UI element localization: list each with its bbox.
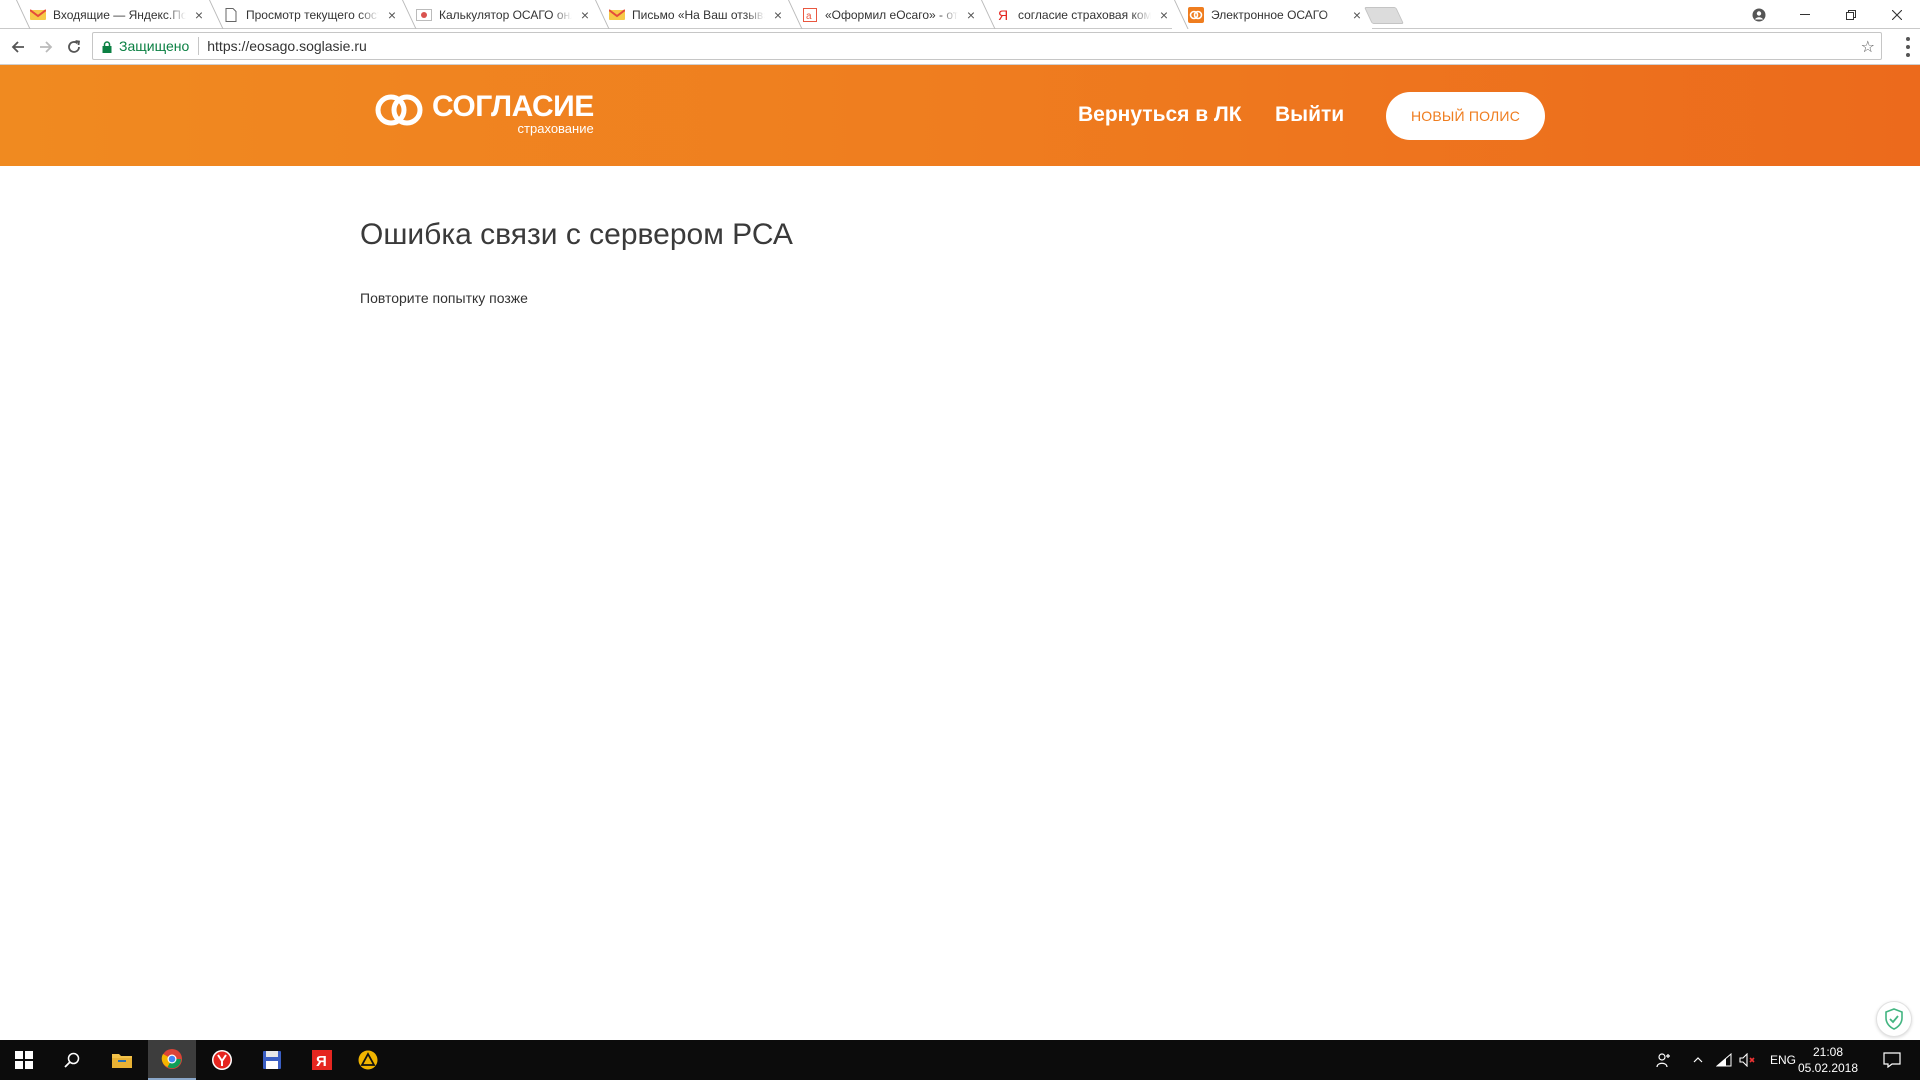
minimize-icon[interactable] — [1782, 0, 1828, 29]
yandex-browser-icon[interactable] — [198, 1040, 246, 1080]
browser-menu-icon[interactable] — [1904, 37, 1912, 57]
tab-irecommend-review[interactable]: a «Оформил eОсаго» - отзыв × — [786, 0, 986, 29]
close-icon[interactable]: × — [578, 8, 592, 22]
close-icon[interactable]: × — [1157, 8, 1171, 22]
file-explorer-icon[interactable] — [98, 1040, 146, 1080]
chevron-up-icon[interactable] — [1684, 1057, 1712, 1063]
clock-time: 21:08 — [1812, 1045, 1844, 1059]
restore-icon[interactable] — [1828, 0, 1874, 29]
close-icon[interactable]: × — [1350, 8, 1364, 22]
site-header: СОГЛАСИЕ страхование Вернуться в ЛК Выйт… — [0, 65, 1920, 166]
url-text[interactable]: https://eosago.soglasie.ru — [207, 38, 367, 54]
soglasie-icon — [1188, 6, 1204, 23]
save-disk-icon[interactable] — [248, 1040, 296, 1080]
tab-title: «Оформил eОсаго» - отзыв — [825, 7, 958, 22]
security-shield-icon[interactable] — [1876, 1001, 1912, 1037]
chrome-icon[interactable] — [148, 1040, 196, 1080]
page-title: Ошибка связи с сервером РСА — [360, 218, 793, 251]
tab-yandex-search[interactable]: Я согласие страховая компания × — [979, 0, 1179, 29]
tab-title: Электронное ОСАГО — [1211, 7, 1328, 22]
logo-text: СОГЛАСИЕ страхование — [432, 90, 594, 136]
lock-icon — [102, 40, 112, 53]
clock[interactable]: 21:08 05.02.2018 — [1788, 1044, 1868, 1076]
close-icon[interactable]: × — [385, 8, 399, 22]
bookmark-star-icon[interactable]: ☆ — [1861, 37, 1875, 57]
tab-title: согласие страховая компания — [1018, 7, 1151, 22]
warning-app-icon[interactable] — [344, 1040, 392, 1080]
yandex-icon[interactable]: Я — [298, 1040, 346, 1080]
windows-taskbar: Я ENG 21:08 05.02.2018 — [0, 1040, 1920, 1080]
close-icon[interactable]: × — [964, 8, 978, 22]
logo-brand: СОГЛАСИЕ — [432, 90, 594, 123]
soglasie-logo[interactable]: СОГЛАСИЕ страхование — [374, 92, 594, 140]
system-tray: ENG — [1650, 1040, 1796, 1080]
windows-start-icon[interactable] — [0, 1040, 48, 1080]
clock-date: 05.02.2018 — [1797, 1061, 1859, 1075]
tab-title: Входящие — Яндекс.Почта — [53, 7, 186, 22]
browser-toolbar: Защищено https://eosago.soglasie.ru ☆ — [0, 29, 1920, 65]
notification-center-icon[interactable] — [1864, 1040, 1920, 1080]
yandex-mail-icon — [30, 7, 46, 23]
tab-yandex-mail-inbox[interactable]: Входящие — Яндекс.Почта × — [14, 0, 214, 29]
reload-icon[interactable] — [62, 35, 86, 59]
address-bar[interactable]: Защищено https://eosago.soglasie.ru ☆ — [92, 32, 1882, 60]
tab-osago-calculator[interactable]: Калькулятор ОСАГО онлайн × — [400, 0, 600, 29]
yandex-mail-icon — [609, 7, 625, 23]
new-tab-button[interactable] — [1364, 7, 1404, 24]
logout-link[interactable]: Выйти — [1275, 103, 1344, 127]
tab-title: Просмотр текущего состояния — [246, 7, 379, 22]
browser-tab-strip: Входящие — Яндекс.Почта × Просмотр текущ… — [0, 0, 1920, 29]
svg-text:Я: Я — [998, 8, 1008, 22]
back-arrow-icon[interactable] — [6, 35, 30, 59]
secure-label: Защищено — [119, 38, 190, 54]
volume-muted-icon[interactable] — [1736, 1053, 1760, 1067]
irecommend-icon: a — [802, 7, 818, 23]
tab-letter-review[interactable]: Письмо «На Ваш отзыв» × — [593, 0, 793, 29]
close-icon[interactable]: × — [771, 8, 785, 22]
forward-arrow-icon[interactable] — [34, 35, 58, 59]
omnibox-divider — [198, 37, 200, 55]
tab-status-view[interactable]: Просмотр текущего состояния × — [207, 0, 407, 29]
search-icon[interactable] — [48, 1040, 96, 1080]
soglasie-logo-icon — [375, 94, 423, 126]
network-icon[interactable] — [1712, 1053, 1736, 1067]
calculator-icon — [416, 7, 432, 23]
error-message: Повторите попытку позже — [360, 290, 528, 306]
window-controls — [1736, 0, 1920, 29]
close-window-icon[interactable] — [1874, 0, 1920, 29]
tab-electronic-osago[interactable]: Электронное ОСАГО × — [1172, 0, 1372, 29]
back-to-account-link[interactable]: Вернуться в ЛК — [1078, 103, 1242, 127]
svg-text:a: a — [806, 11, 812, 22]
close-icon[interactable]: × — [192, 8, 206, 22]
new-policy-button[interactable]: НОВЫЙ ПОЛИС — [1386, 92, 1545, 140]
people-icon[interactable] — [1650, 1052, 1678, 1068]
logo-subtitle: страхование — [517, 121, 594, 136]
tab-title: Калькулятор ОСАГО онлайн — [439, 7, 572, 22]
page-icon — [223, 7, 239, 23]
tab-title: Письмо «На Ваш отзыв» — [632, 7, 765, 22]
svg-text:Я: Я — [316, 1053, 327, 1070]
yandex-icon: Я — [995, 7, 1011, 23]
profile-icon[interactable] — [1736, 0, 1782, 29]
